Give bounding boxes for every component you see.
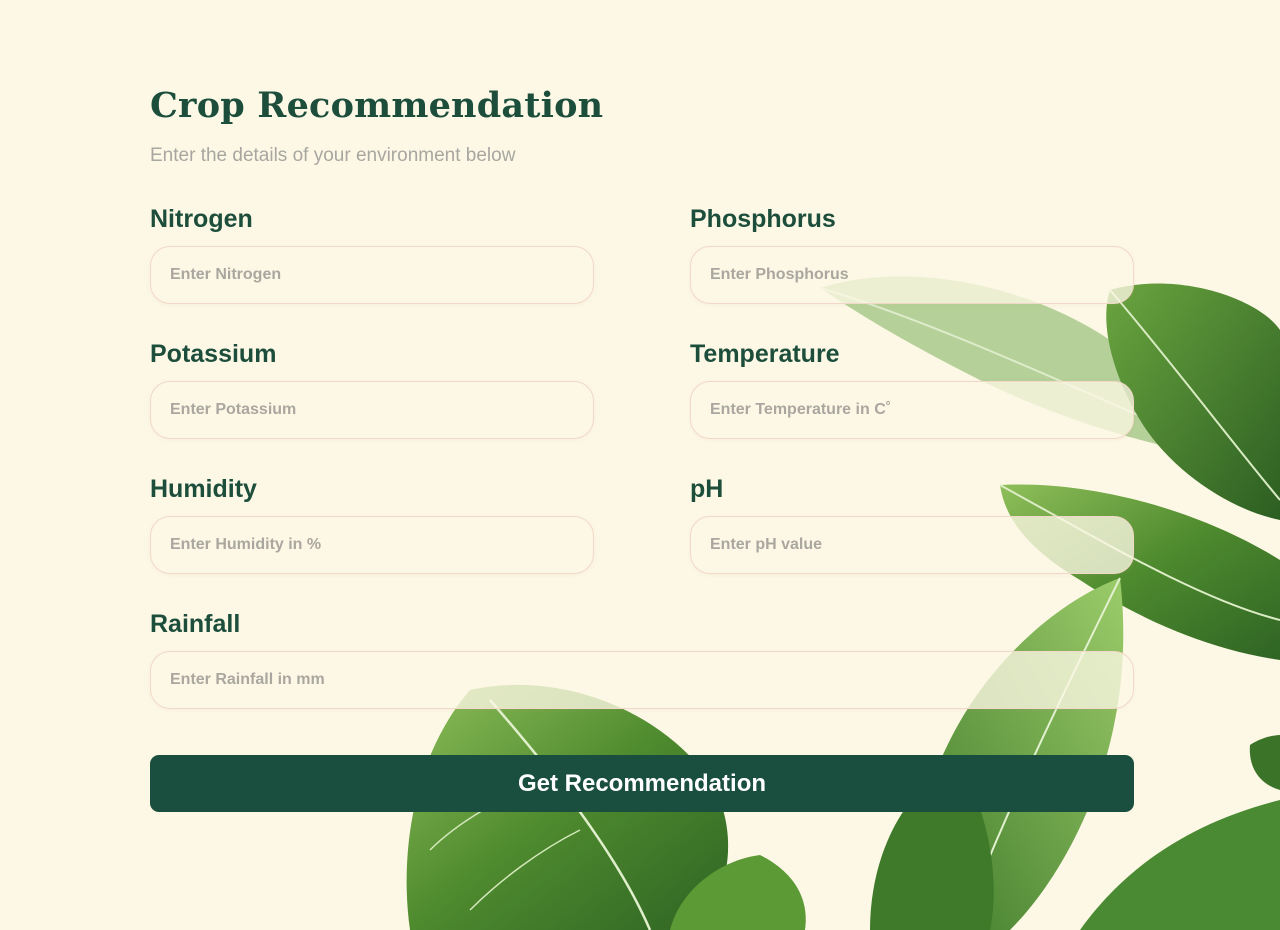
- page-subtitle: Enter the details of your environment be…: [150, 145, 516, 166]
- ph-field: pH: [690, 474, 1134, 574]
- temperature-field: Temperature: [690, 339, 1134, 439]
- nitrogen-field: Nitrogen: [150, 204, 594, 304]
- crop-form-container: Crop Recommendation Enter the details of…: [150, 80, 1134, 930]
- humidity-label: Humidity: [150, 475, 257, 503]
- rainfall-field: Rainfall: [150, 609, 1134, 709]
- humidity-input[interactable]: [150, 516, 594, 574]
- nitrogen-label: Nitrogen: [150, 205, 253, 233]
- ph-input[interactable]: [690, 516, 1134, 574]
- phosphorus-field: Phosphorus: [690, 204, 1134, 304]
- get-recommendation-button[interactable]: Get Recommendation: [150, 755, 1134, 812]
- potassium-label: Potassium: [150, 340, 277, 368]
- phosphorus-input[interactable]: [690, 246, 1134, 304]
- potassium-input[interactable]: [150, 381, 594, 439]
- page-title: Crop Recommendation: [150, 85, 604, 126]
- rainfall-label: Rainfall: [150, 610, 241, 638]
- temperature-input[interactable]: [690, 381, 1134, 439]
- rainfall-input[interactable]: [150, 651, 1134, 709]
- humidity-field: Humidity: [150, 474, 594, 574]
- form-grid: Nitrogen Phosphorus Potassium Temperatur…: [150, 204, 1134, 930]
- ph-label: pH: [690, 475, 724, 503]
- nitrogen-input[interactable]: [150, 246, 594, 304]
- temperature-label: Temperature: [690, 340, 840, 368]
- phosphorus-label: Phosphorus: [690, 205, 836, 233]
- potassium-field: Potassium: [150, 339, 594, 439]
